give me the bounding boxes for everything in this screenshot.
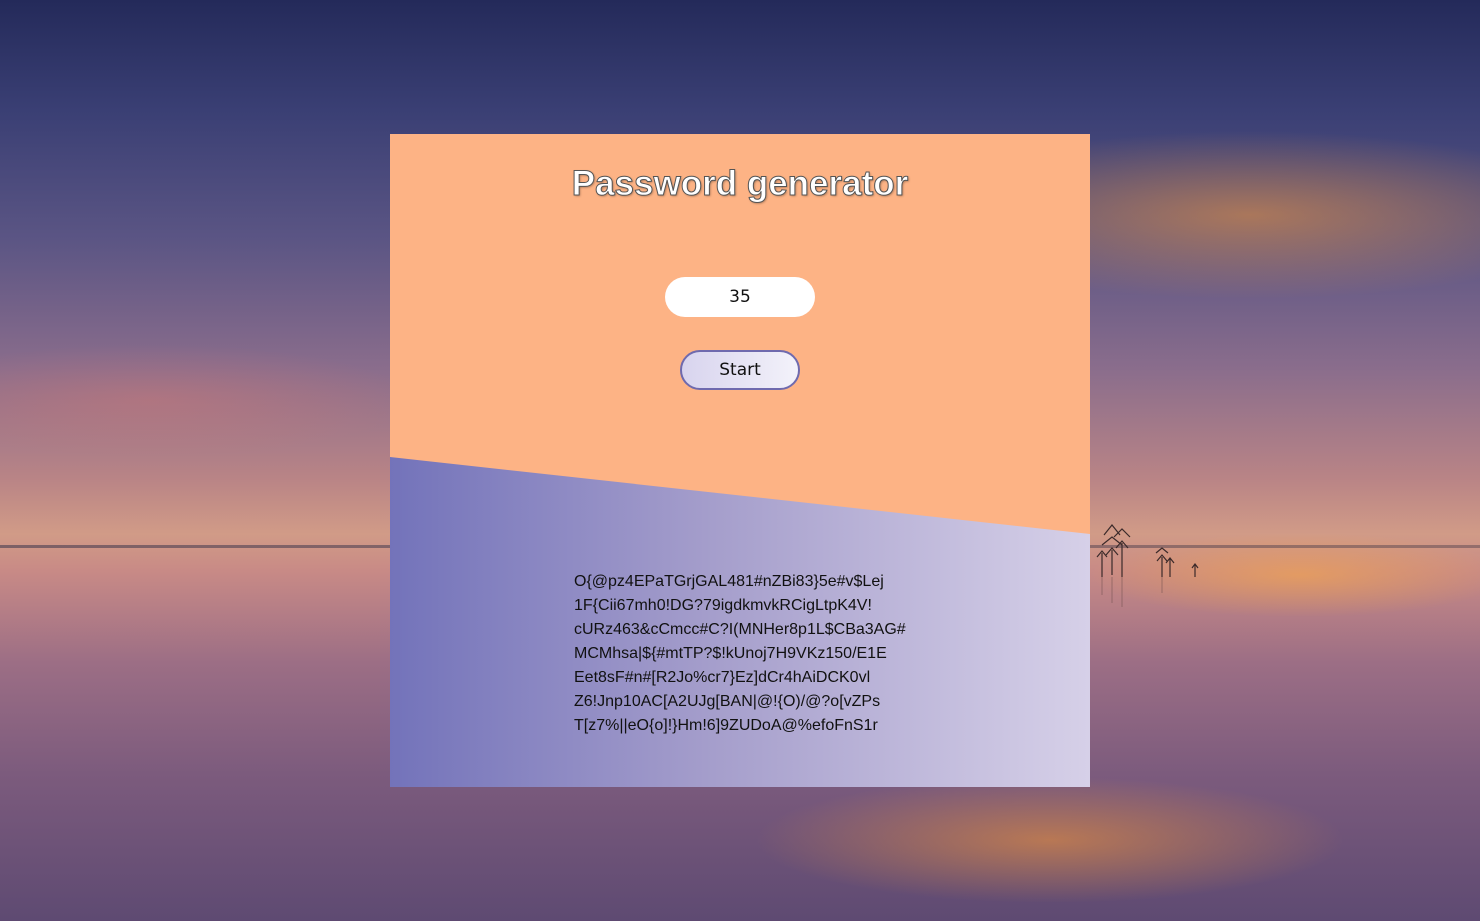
password-line: Z6!Jnp10AC[A2UJg[BAN|@!{O)/@?o[vZPs — [574, 693, 881, 710]
password-line: 1F{Cii67mh0!DG?79igdkmvkRCigLtpK4V! — [574, 597, 872, 614]
page-title: Password generator — [571, 164, 909, 204]
password-generator-card: Password generator Start O{@pz4EPaTGrjGA… — [390, 134, 1090, 787]
password-line: cURz463&cCmcc#C?I(MNHer8p1L$CBa3AG# — [574, 621, 906, 638]
password-line: Eet8sF#n#[R2Jo%cr7}Ez]dCr4hAiDCK0vl — [574, 669, 871, 686]
password-line: T[z7%||eO{o]!}Hm!6]9ZUDoA@%efoFnS1r — [574, 717, 878, 734]
password-line: MCMhsa|${#mtTP?$!kUnoj7H9VKz150/E1E — [574, 645, 887, 662]
password-line: O{@pz4EPaTGrjGAL481#nZBi83}5e#v$Lej — [574, 573, 884, 590]
page-background: { "app": { "title": "Password generator"… — [0, 0, 1480, 921]
cypress-trees-image — [1096, 524, 1199, 607]
generated-password-output: O{@pz4EPaTGrjGAL481#nZBi83}5e#v$Lej 1F{C… — [574, 570, 924, 738]
password-length-input[interactable] — [665, 277, 815, 317]
start-button[interactable]: Start — [680, 350, 800, 390]
